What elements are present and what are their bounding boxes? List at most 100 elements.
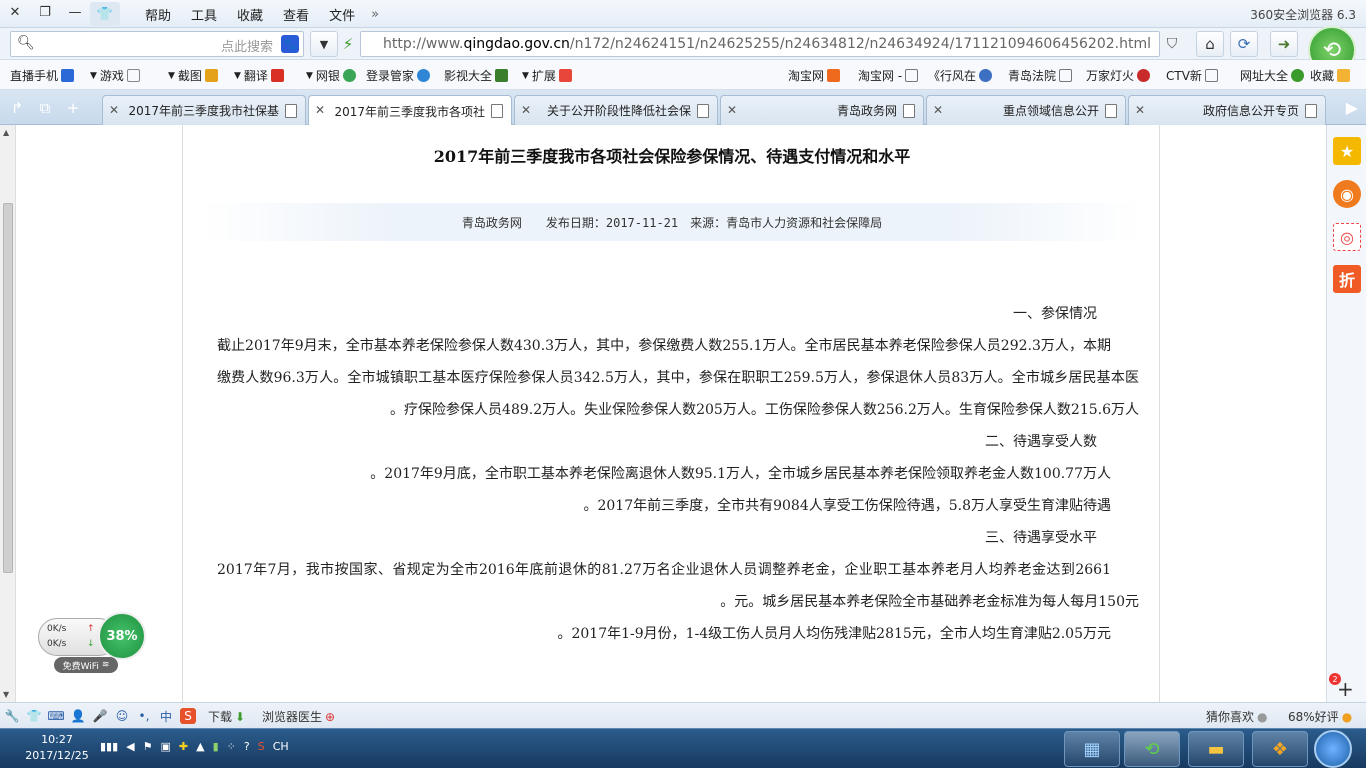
tray-small-icon[interactable]: ⁘ bbox=[227, 740, 236, 753]
menu-overflow-chevron[interactable]: » bbox=[365, 7, 385, 22]
scroll-up-arrow-icon[interactable]: ▲ bbox=[3, 128, 9, 137]
favorite-star-icon[interactable]: ★ bbox=[1333, 137, 1361, 165]
bookmark-login-manager[interactable]: 登录管家 bbox=[366, 67, 431, 84]
keyboard-icon[interactable]: ⌨ bbox=[47, 708, 64, 724]
start-button[interactable] bbox=[1314, 730, 1352, 768]
share-arrow-icon[interactable]: ↱ bbox=[6, 98, 28, 118]
restore-tab-icon[interactable]: ⧉ bbox=[34, 98, 56, 118]
bookmark-court[interactable]: 青岛法院 bbox=[1008, 67, 1073, 84]
free-wifi-badge[interactable]: 免费WiFi ≋ bbox=[54, 657, 118, 673]
punctuation-icon[interactable]: •, bbox=[136, 708, 152, 724]
taskbar-360-browser[interactable]: ⟲ bbox=[1124, 731, 1180, 767]
browser-doctor[interactable]: 浏览器医生 ⊕ bbox=[262, 708, 335, 725]
volume-icon[interactable]: ◀ bbox=[126, 740, 134, 753]
baidu-paw-icon[interactable]: 🐾 bbox=[281, 35, 299, 53]
scrollbar-thumb[interactable] bbox=[3, 203, 13, 573]
bookmark-wanjia[interactable]: 万家灯火 bbox=[1086, 67, 1151, 84]
bookmark-taobao-page[interactable]: 淘宝网 - bbox=[858, 67, 919, 84]
forward-button[interactable]: ➜ bbox=[1270, 31, 1298, 57]
battery-icon[interactable]: ▮ bbox=[213, 740, 219, 753]
bookmark-live-phone[interactable]: 直播手机 bbox=[10, 67, 75, 84]
memory-percent-circle[interactable]: 38% bbox=[98, 612, 146, 660]
bookmark-games[interactable]: ▼ 游戏 bbox=[90, 67, 140, 84]
article-container: 2017年前三季度我市各项社会保险参保情况、待遇支付情况和水平 青岛政务网 发布… bbox=[182, 125, 1160, 702]
maximize-window-button[interactable]: ❐ bbox=[30, 0, 60, 24]
bookmark-label: 网址大全 bbox=[1240, 69, 1289, 83]
signal-bars-icon[interactable]: ▮▮▮ bbox=[100, 740, 118, 753]
system-clock[interactable]: 10:27 2017/12/25 bbox=[22, 732, 92, 764]
close-tab-icon[interactable]: ✕ bbox=[315, 103, 325, 117]
tab-list-arrow-icon[interactable]: ▶ bbox=[1346, 98, 1358, 117]
tab-social-fund[interactable]: 2017年前三季度我市社保基 ✕ bbox=[102, 95, 306, 125]
user-icon[interactable]: 👤 bbox=[70, 708, 86, 724]
address-url[interactable]: http://www.qingdao.gov.cn/n172/n24624151… bbox=[383, 36, 1151, 52]
green-plus-icon[interactable]: ✚ bbox=[179, 740, 188, 753]
bookmark-hangfeng[interactable]: 《行风在 bbox=[928, 67, 993, 84]
bolt-icon[interactable]: ⚡ bbox=[334, 31, 362, 57]
bookmark-translate[interactable]: ▼ 翻译 bbox=[234, 67, 284, 84]
network-icon[interactable]: ▣ bbox=[161, 740, 171, 753]
menu-favorites[interactable]: 收藏 bbox=[227, 5, 273, 24]
bookmark-ebank[interactable]: ▼ 网银 bbox=[306, 67, 356, 84]
bookmark-video[interactable]: 影视大全 bbox=[444, 67, 509, 84]
bookmark-favorites[interactable]: 收藏 bbox=[1310, 67, 1351, 84]
guess-you-like[interactable]: 猜你喜欢 ● bbox=[1206, 708, 1268, 725]
download-status[interactable]: 下载 ⬇ bbox=[208, 708, 245, 725]
bookmark-taobao[interactable]: 淘宝网 bbox=[788, 67, 841, 84]
coupon-icon[interactable]: ◎ bbox=[1333, 223, 1361, 251]
wrench-icon[interactable]: 🔧 bbox=[4, 708, 20, 724]
home-button[interactable]: ⌂ bbox=[1196, 31, 1224, 57]
tab-qingdao-gov[interactable]: 青岛政务网 ✕ bbox=[720, 95, 924, 125]
tab-tools: ↱ ⧉ + bbox=[6, 98, 84, 118]
search-box[interactable]: 🔍︎ 点此搜索 🐾 bbox=[10, 31, 304, 57]
menu-tools[interactable]: 工具 bbox=[181, 5, 227, 24]
tray-expand-arrow-icon[interactable]: ▲ bbox=[196, 740, 204, 753]
ime-chinese-label[interactable]: 中 bbox=[158, 708, 174, 724]
scroll-down-arrow-icon[interactable]: ▼ bbox=[3, 690, 9, 699]
refresh-button[interactable]: ⟳ bbox=[1230, 31, 1258, 57]
close-tab-icon[interactable]: ✕ bbox=[1135, 103, 1145, 117]
smile-icon[interactable]: ☺ bbox=[114, 708, 130, 724]
flag-icon[interactable]: ⚑ bbox=[143, 740, 153, 753]
sidebar-add-icon[interactable]: + bbox=[1337, 677, 1354, 701]
search-input[interactable]: 点此搜索 bbox=[221, 36, 273, 55]
vertical-scrollbar[interactable]: ▲ ▼ bbox=[0, 125, 16, 702]
tab-key-areas[interactable]: 重点领域信息公开 ✕ bbox=[926, 95, 1126, 125]
taskbar-media-player[interactable]: ❖ bbox=[1252, 731, 1308, 767]
help-icon[interactable]: ? bbox=[244, 740, 250, 753]
rating-status[interactable]: 68%好评 ● bbox=[1288, 708, 1352, 725]
close-tab-icon[interactable]: ✕ bbox=[109, 103, 119, 117]
minimize-window-button[interactable]: — bbox=[60, 0, 90, 24]
new-tab-button[interactable]: + bbox=[62, 98, 84, 118]
shield-icon[interactable]: ⛉ bbox=[1162, 34, 1182, 54]
close-tab-icon[interactable]: ✕ bbox=[521, 103, 531, 117]
bookmark-extensions[interactable]: ▼ 扩展 bbox=[522, 67, 572, 84]
address-bar[interactable]: http://www.qingdao.gov.cn/n172/n24624151… bbox=[360, 31, 1160, 57]
discount-tag-icon[interactable]: 折 bbox=[1333, 265, 1361, 293]
tab-insurance-notice[interactable]: 关于公开阶段性降低社会保 ✕ bbox=[514, 95, 718, 125]
menu-help[interactable]: 帮助 bbox=[135, 5, 181, 24]
network-speed-widget[interactable]: 0K/s ↑ 0K/s ↓ 38% bbox=[38, 612, 146, 662]
close-window-button[interactable]: ✕ bbox=[0, 0, 30, 24]
bookmark-ctv[interactable]: CTV新 bbox=[1166, 67, 1218, 84]
close-tab-icon[interactable]: ✕ bbox=[727, 103, 737, 117]
taskbar-photo-app[interactable]: ▦ bbox=[1064, 731, 1120, 767]
page-icon bbox=[1305, 103, 1317, 118]
weibo-icon[interactable]: ◉ bbox=[1333, 180, 1361, 208]
skin-tshirt-icon[interactable]: 👕 bbox=[90, 2, 120, 26]
tab-gov-info-portal[interactable]: 政府信息公开专页 ✕ bbox=[1128, 95, 1326, 125]
url-prefix: http://www. bbox=[383, 36, 464, 52]
bookmark-screenshot[interactable]: ▼ 截图 bbox=[168, 67, 218, 84]
shirt-icon[interactable]: 👕 bbox=[26, 708, 42, 724]
bookmark-hao123[interactable]: 网址大全 bbox=[1240, 67, 1305, 84]
search-icon[interactable]: 🔍︎ bbox=[17, 35, 35, 51]
close-tab-icon[interactable]: ✕ bbox=[933, 103, 943, 117]
language-indicator[interactable]: CH bbox=[273, 740, 289, 753]
menu-view[interactable]: 查看 bbox=[273, 5, 319, 24]
menu-file[interactable]: 文件 bbox=[319, 5, 365, 24]
sogou-ime-icon[interactable]: S bbox=[180, 708, 196, 724]
microphone-icon[interactable]: 🎤 bbox=[92, 708, 108, 724]
tab-current-article[interactable]: 2017年前三季度我市各项社 ✕ bbox=[308, 95, 512, 126]
taskbar-file-explorer[interactable]: ▬ bbox=[1188, 731, 1244, 767]
sogou-tray-icon[interactable]: S bbox=[258, 740, 265, 753]
